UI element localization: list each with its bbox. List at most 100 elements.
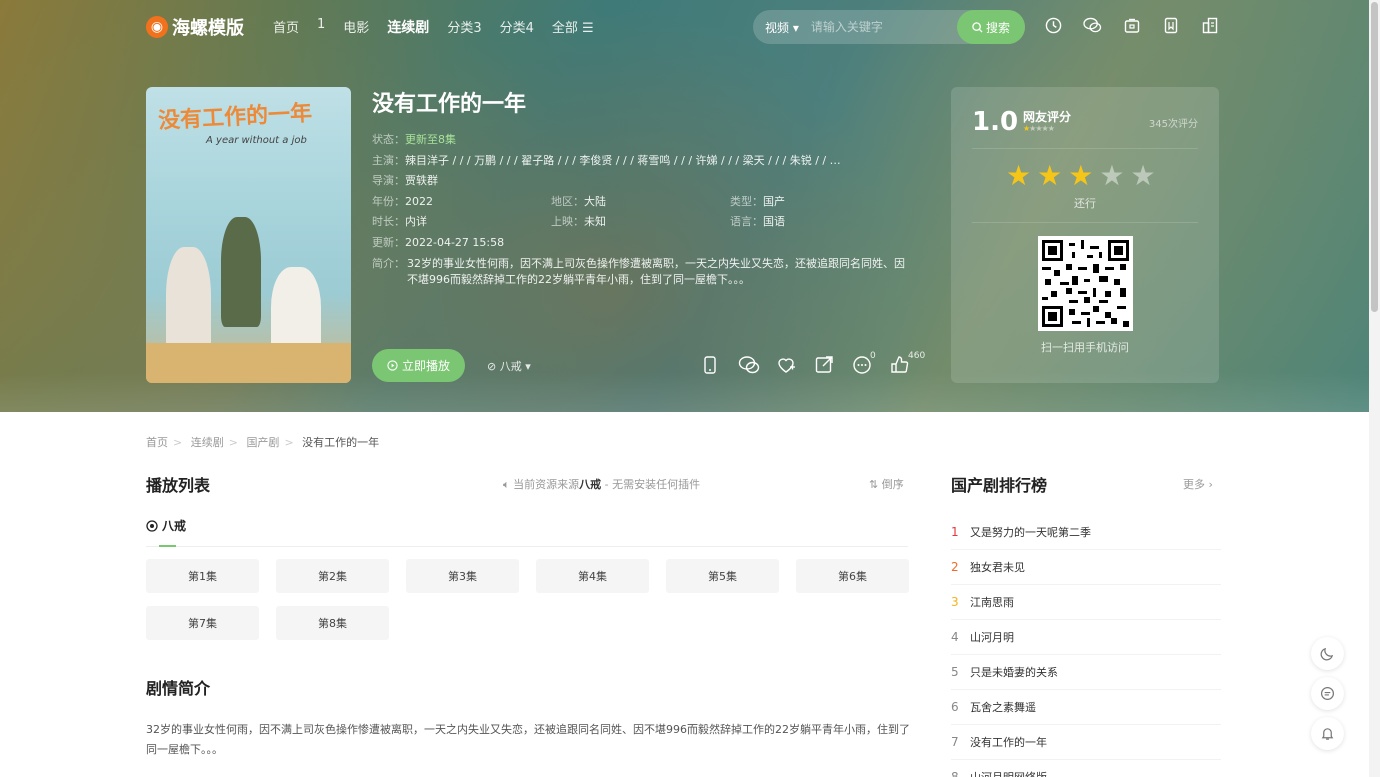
episode-button[interactable]: 第7集 xyxy=(146,606,259,640)
updated-value: 2022-04-27 15:58 xyxy=(405,235,505,249)
episode-list: 第1集 第2集 第3集 第4集 第5集 第6集 第7集 第8集 xyxy=(146,559,916,640)
tab-divider xyxy=(146,546,908,547)
floating-buttons xyxy=(1311,637,1344,750)
wechat-icon[interactable] xyxy=(1083,16,1102,35)
favorite-icon[interactable] xyxy=(776,355,796,375)
nav-link-movie[interactable]: 电影 xyxy=(334,17,378,37)
building-icon[interactable] xyxy=(1200,16,1219,35)
intro-value: 32岁的事业女性何雨，因不满上司灰色操作惨遭被离职，一天之内失业又失恋，还被追跟… xyxy=(407,256,905,287)
cast-value[interactable]: 辣目洋子 / / / 万鹏 / / / 翟子路 / / / 李俊贤 / / / … xyxy=(405,151,841,172)
logo[interactable]: ◉ 海螺模版 xyxy=(146,14,244,40)
region-value: 大陆 xyxy=(584,194,606,208)
nav-link-all[interactable]: 全部 ☰ xyxy=(543,17,603,37)
phone-icon[interactable] xyxy=(700,355,720,375)
search-button[interactable]: 搜索 xyxy=(957,10,1025,44)
box-icon[interactable] xyxy=(1122,16,1141,35)
like-icon[interactable]: 460 xyxy=(890,351,925,375)
ranking-item[interactable]: 5 只是未婚妻的关系 xyxy=(951,655,1221,690)
ranking-item[interactable]: 8山河月明网络版 xyxy=(951,760,1221,777)
play-icon xyxy=(387,360,398,371)
nav-link-home[interactable]: 首页 xyxy=(264,17,308,37)
moon-icon xyxy=(1320,647,1334,661)
ranking-list: 1 又是努力的一天呢第二季 2 独女君未见 3 江南思雨 4 山河月明 5 只是未婚妻的关… xyxy=(951,515,1221,777)
message-icon xyxy=(1320,686,1335,701)
director-value[interactable]: 贾轶群 xyxy=(405,171,438,192)
ranking-item[interactable]: 1 又是努力的一天呢第二季 xyxy=(951,515,1221,550)
breadcrumb-category[interactable]: 国产剧 xyxy=(246,436,279,449)
poster-figure-center xyxy=(221,217,261,327)
sort-button[interactable]: ⇅ 倒序 xyxy=(869,476,904,492)
episode-button[interactable]: 第4集 xyxy=(536,559,649,593)
nav-link-series[interactable]: 连续剧 xyxy=(378,17,438,37)
star-4[interactable]: ★ xyxy=(1099,159,1124,192)
ranking-item[interactable]: 3 江南思雨 xyxy=(951,585,1221,620)
search-icon xyxy=(972,21,983,33)
status-row: 状态： 更新至8集 xyxy=(372,130,912,151)
breadcrumb-series[interactable]: 连续剧 xyxy=(191,436,224,449)
rating-score: 1.0 xyxy=(972,107,1019,137)
star-2[interactable]: ★ xyxy=(1037,159,1062,192)
episode-button[interactable]: 第2集 xyxy=(276,559,389,593)
episode-button[interactable]: 第8集 xyxy=(276,606,389,640)
synopsis-title: 剧情简介 xyxy=(146,679,211,698)
source-tab[interactable]: 八戒 xyxy=(146,517,186,534)
breadcrumb: 首页 > 连续剧 > 国产剧 > 没有工作的一年 xyxy=(146,436,380,449)
speaker-icon: 🔈︎ xyxy=(503,478,510,491)
dark-mode-button[interactable] xyxy=(1311,637,1344,670)
nav-link-cat3[interactable]: 分类3 xyxy=(438,17,490,37)
nav-links: 首页 1 电影 连续剧 分类3 分类4 全部 ☰ xyxy=(264,17,603,37)
type-value: 国产 xyxy=(763,194,785,208)
tab-indicator xyxy=(159,545,176,547)
episode-button[interactable]: 第3集 xyxy=(406,559,519,593)
year-value: 2022 xyxy=(405,194,433,208)
search-input[interactable] xyxy=(810,20,941,34)
status-value: 更新至8集 xyxy=(405,133,456,146)
poster-title: 没有工作的一年 xyxy=(157,99,313,135)
nav-link-cat4[interactable]: 分类4 xyxy=(491,17,543,37)
video-info: 状态： 更新至8集 主演： 辣目洋子 / / / 万鹏 / / / 翟子路 / / … xyxy=(372,130,912,289)
mini-stars: ★★★★★ xyxy=(1023,124,1055,133)
scrollbar[interactable] xyxy=(1369,0,1380,777)
rating-card: 1.0 网友评分 ★★★★★ 345次评分 ★ ★ ★ ★ ★ 还行 扫一扫用手… xyxy=(951,87,1219,383)
episode-button[interactable]: 第6集 xyxy=(796,559,909,593)
episode-button[interactable]: 第5集 xyxy=(666,559,779,593)
ranking-item[interactable]: 2 独女君未见 xyxy=(951,550,1221,585)
ranking-more-link[interactable]: 更多 › xyxy=(1183,476,1213,492)
qr-caption: 扫一扫用手机访问 xyxy=(1041,341,1129,354)
source-select[interactable]: ⊘ 八戒 ▾ xyxy=(487,358,531,374)
qr-code xyxy=(1038,236,1133,331)
ranking-item[interactable]: 6 瓦舍之素舞遥 xyxy=(951,690,1221,725)
ranking-title: 国产剧排行榜 xyxy=(951,476,1048,495)
rating-stars[interactable]: ★ ★ ★ ★ ★ xyxy=(1006,159,1156,192)
poster-image[interactable]: 没有工作的一年 A year without a job xyxy=(146,87,351,383)
bookmark-icon[interactable] xyxy=(1161,16,1180,35)
scrollbar-thumb[interactable] xyxy=(1371,2,1378,312)
search-bar: 视频 ▾ 搜索 xyxy=(753,10,1025,44)
star-3[interactable]: ★ xyxy=(1068,159,1093,192)
star-1[interactable]: ★ xyxy=(1006,159,1031,192)
play-button[interactable]: 立即播放 xyxy=(372,349,465,382)
star-5[interactable]: ★ xyxy=(1130,159,1155,192)
wechat-share-icon[interactable] xyxy=(738,355,760,375)
logo-text: 海螺模版 xyxy=(172,18,244,39)
feedback-button[interactable] xyxy=(1311,677,1344,710)
intro-row: 简介： 32岁的事业女性何雨，因不满上司灰色操作惨遭被离职，一天之内失业又失恋，还… xyxy=(372,256,912,289)
poster-subtitle: A year without a job xyxy=(206,135,307,146)
comment-icon[interactable]: 0 xyxy=(852,351,876,375)
radio-icon xyxy=(146,519,158,532)
nav-link-1[interactable]: 1 xyxy=(308,17,334,37)
history-icon[interactable] xyxy=(1044,16,1063,35)
duration-value: 内详 xyxy=(405,215,427,229)
breadcrumb-home[interactable]: 首页 xyxy=(146,436,168,449)
rating-label: 网友评分 xyxy=(1023,110,1072,124)
qr-divider xyxy=(972,222,1198,223)
director-row: 导演： 贾轶群 xyxy=(372,171,912,192)
search-type-select[interactable]: 视频 ▾ xyxy=(753,19,811,36)
notification-button[interactable] xyxy=(1311,717,1344,750)
ranking-item[interactable]: 4 山河月明 xyxy=(951,620,1221,655)
episode-button[interactable]: 第1集 xyxy=(146,559,259,593)
sort-icon: ⇅ xyxy=(869,478,879,491)
cast-row: 主演： 辣目洋子 / / / 万鹏 / / / 翟子路 / / / 李俊贤 / /… xyxy=(372,151,912,172)
ranking-item[interactable]: 7 没有工作的一年 xyxy=(951,725,1221,760)
share-icon[interactable] xyxy=(814,355,834,375)
